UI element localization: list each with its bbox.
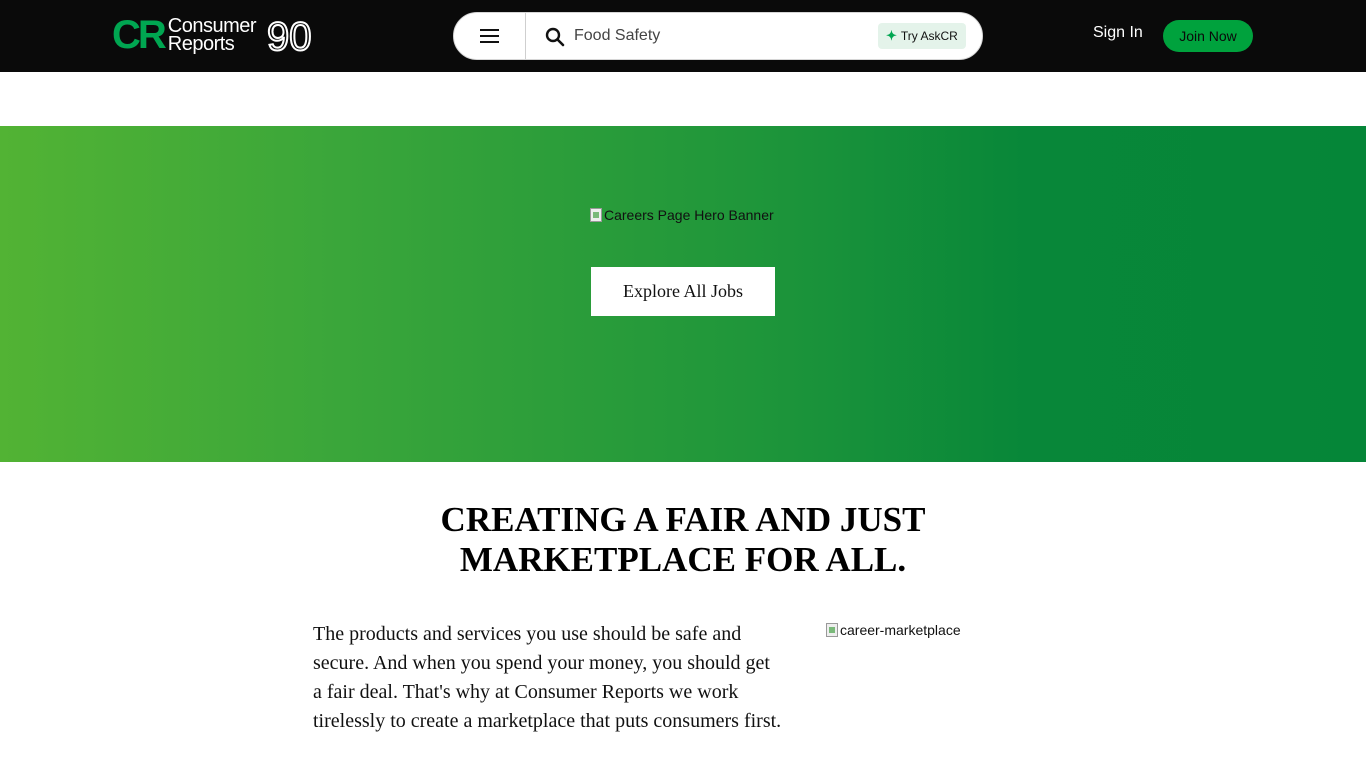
askcr-label: Try AskCR	[900, 29, 958, 43]
logo-90-text: 90	[267, 15, 312, 56]
broken-image-icon	[826, 623, 838, 637]
hero-image-alt-text: Careers Page Hero Banner	[604, 207, 774, 223]
search-bar: ✦ Try AskCR	[453, 12, 983, 60]
consumer-reports-logo[interactable]: CR Consumer Reports 90	[112, 13, 313, 57]
sparkle-icon: ✦	[886, 28, 897, 43]
hero-banner-image: Careers Page Hero Banner	[590, 207, 774, 223]
search-input[interactable]	[574, 24, 864, 48]
try-askcr-button[interactable]: ✦ Try AskCR	[878, 23, 966, 49]
career-marketplace-alt-text: career-marketplace	[840, 622, 961, 638]
logo-line2: Reports	[167, 33, 235, 55]
search-icon	[545, 27, 565, 47]
career-marketplace-image: career-marketplace	[826, 622, 961, 638]
logo-cr-mark: CR	[112, 13, 167, 57]
logo-wordmark: Consumer Reports	[167, 16, 257, 55]
page-headline: CREATING A FAIR AND JUST MARKETPLACE FOR…	[383, 500, 983, 580]
join-now-button[interactable]: Join Now	[1163, 20, 1253, 52]
menu-button[interactable]	[454, 13, 526, 59]
explore-all-jobs-button[interactable]: Explore All Jobs	[591, 267, 775, 316]
hero-banner: Careers Page Hero Banner Explore All Job…	[0, 126, 1366, 462]
headline-line2: MARKETPLACE FOR ALL.	[459, 540, 907, 579]
headline-line1: CREATING A FAIR AND JUST	[440, 500, 926, 539]
hamburger-menu-icon	[479, 29, 499, 43]
sign-in-link[interactable]: Sign In	[1093, 24, 1143, 42]
intro-paragraph: The products and services you use should…	[313, 623, 782, 732]
broken-image-icon	[590, 208, 602, 222]
logo-90-anniversary-icon: 90	[267, 14, 313, 56]
site-header: CR Consumer Reports 90 ✦ Try AskCR Sign …	[0, 0, 1366, 72]
